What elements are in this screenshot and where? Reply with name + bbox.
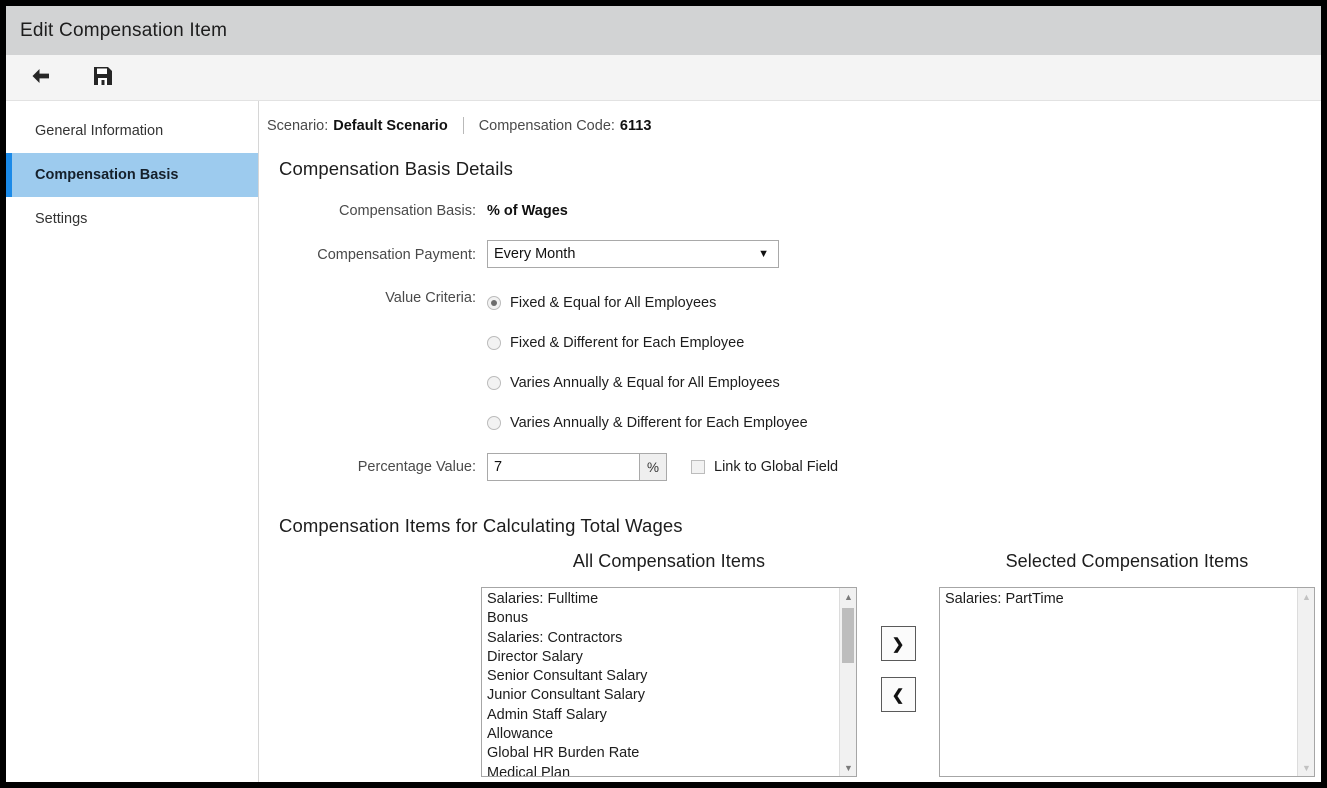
toolbar <box>6 55 1321 101</box>
percentage-value-input[interactable] <box>487 453 639 481</box>
selected-compensation-items-list: Salaries: PartTime <box>940 588 1297 776</box>
scroll-down-arrow-icon[interactable]: ▼ <box>840 759 856 776</box>
compensation-payment-select[interactable]: Every Month <box>487 240 779 268</box>
window-title-bar: Edit Compensation Item <box>6 6 1321 55</box>
content-pane: Scenario: Default Scenario Compensation … <box>259 101 1321 782</box>
percent-unit-addon: % <box>639 453 667 481</box>
back-arrow-icon <box>30 67 52 88</box>
sidebar-item-general-information[interactable]: General Information <box>6 109 258 153</box>
compensation-payment-select-wrap: Every Month ▼ <box>487 240 779 268</box>
value-criteria-option-fixed-different[interactable]: Fixed & Different for Each Employee <box>487 323 808 363</box>
sidebar-nav: General Information Compensation Basis S… <box>6 101 259 782</box>
value-criteria-option-varies-equal[interactable]: Varies Annually & Equal for All Employee… <box>487 363 808 403</box>
scroll-up-arrow-icon[interactable]: ▲ <box>1298 588 1314 605</box>
compensation-basis-form: Compensation Basis: % of Wages Compensat… <box>259 196 1321 482</box>
page-title: Edit Compensation Item <box>20 19 228 41</box>
scenario-value: Default Scenario <box>333 117 448 134</box>
compensation-payment-row: Compensation Payment: Every Month ▼ <box>259 240 1321 270</box>
sidebar-item-label: Settings <box>35 211 88 227</box>
items-section-heading: Compensation Items for Calculating Total… <box>279 515 683 536</box>
list-item[interactable]: Salaries: Fulltime <box>482 590 839 609</box>
value-criteria-group: Fixed & Equal for All Employees Fixed & … <box>487 283 808 443</box>
radio-icon[interactable] <box>487 296 501 310</box>
link-to-global-field-checkbox-row[interactable]: Link to Global Field <box>691 459 838 475</box>
list-item[interactable]: Salaries: Contractors <box>482 629 839 648</box>
compensation-payment-label: Compensation Payment: <box>317 247 476 263</box>
list-item[interactable]: Director Salary <box>482 648 839 667</box>
radio-icon[interactable] <box>487 336 501 350</box>
main-body: General Information Compensation Basis S… <box>6 101 1321 782</box>
value-criteria-option-label: Varies Annually & Equal for All Employee… <box>510 375 780 391</box>
transfer-buttons: ❯ ❮ <box>857 551 939 712</box>
save-disk-icon <box>93 66 113 89</box>
list-item[interactable]: Admin Staff Salary <box>482 706 839 725</box>
value-criteria-option-fixed-equal[interactable]: Fixed & Equal for All Employees <box>487 283 808 323</box>
scenario-label: Scenario: <box>267 117 329 134</box>
move-right-button[interactable]: ❯ <box>880 626 916 661</box>
sidebar-item-compensation-basis[interactable]: Compensation Basis <box>6 153 258 197</box>
value-criteria-label: Value Criteria: <box>385 290 476 306</box>
compensation-basis-row: Compensation Basis: % of Wages <box>259 196 1321 226</box>
scrollbar-thumb[interactable] <box>842 608 854 663</box>
all-compensation-items-column: All Compensation Items Salaries: Fulltim… <box>481 551 857 777</box>
scroll-down-arrow-icon[interactable]: ▼ <box>1298 759 1314 776</box>
all-compensation-items-list: Salaries: Fulltime Bonus Salaries: Contr… <box>482 588 839 776</box>
radio-icon[interactable] <box>487 376 501 390</box>
list-item[interactable]: Salaries: PartTime <box>940 590 1297 609</box>
checkbox-icon[interactable] <box>691 460 705 474</box>
list-item[interactable]: Allowance <box>482 725 839 744</box>
compensation-code-value: 6113 <box>619 117 652 134</box>
move-left-button[interactable]: ❮ <box>880 677 916 712</box>
details-heading: Compensation Basis Details <box>279 158 513 179</box>
all-compensation-items-title: All Compensation Items <box>572 551 766 571</box>
value-criteria-option-varies-different[interactable]: Varies Annually & Different for Each Emp… <box>487 403 808 443</box>
list-item[interactable]: Junior Consultant Salary <box>482 686 839 705</box>
list-item[interactable]: Bonus <box>482 609 839 628</box>
percentage-value-row: Percentage Value: % Link to Global Field <box>259 452 1321 482</box>
breadcrumb-divider <box>462 117 464 134</box>
compensation-basis-label: Compensation Basis: <box>338 203 476 219</box>
list-item[interactable]: Medical Plan <box>482 764 839 776</box>
percentage-value-label: Percentage Value: <box>357 459 476 475</box>
all-items-scrollbar[interactable]: ▲ ▼ <box>839 588 856 776</box>
compensation-basis-value: % of Wages <box>487 203 568 219</box>
value-criteria-option-label: Varies Annually & Different for Each Emp… <box>510 415 808 431</box>
sidebar-item-label: Compensation Basis <box>35 167 179 183</box>
selected-compensation-items-listbox[interactable]: Salaries: PartTime ▲ ▼ <box>939 587 1315 777</box>
percentage-value-control: % Link to Global Field <box>487 452 838 482</box>
value-criteria-row: Value Criteria: Fixed & Equal for All Em… <box>259 283 1321 443</box>
list-item[interactable]: Senior Consultant Salary <box>482 667 839 686</box>
breadcrumb: Scenario: Default Scenario Compensation … <box>259 101 1321 134</box>
selected-items-scrollbar[interactable]: ▲ ▼ <box>1297 588 1314 776</box>
selected-compensation-items-title: Selected Compensation Items <box>1005 551 1249 571</box>
sidebar-item-label: General Information <box>35 123 164 139</box>
sidebar-item-settings[interactable]: Settings <box>6 197 258 241</box>
save-button[interactable] <box>90 65 116 91</box>
radio-icon[interactable] <box>487 416 501 430</box>
dual-list-selector: All Compensation Items Salaries: Fulltim… <box>259 551 1321 777</box>
all-compensation-items-listbox[interactable]: Salaries: Fulltime Bonus Salaries: Contr… <box>481 587 857 777</box>
back-button[interactable] <box>28 65 54 91</box>
compensation-code-label: Compensation Code: <box>478 117 615 134</box>
link-to-global-field-label: Link to Global Field <box>714 459 839 475</box>
value-criteria-option-label: Fixed & Different for Each Employee <box>510 335 745 351</box>
value-criteria-option-label: Fixed & Equal for All Employees <box>510 295 717 311</box>
selected-compensation-items-column: Selected Compensation Items Salaries: Pa… <box>939 551 1315 777</box>
scroll-up-arrow-icon[interactable]: ▲ <box>840 588 856 605</box>
list-item[interactable]: Global HR Burden Rate <box>482 744 839 763</box>
application-window: Edit Compensation Item General Informati… <box>6 6 1321 782</box>
